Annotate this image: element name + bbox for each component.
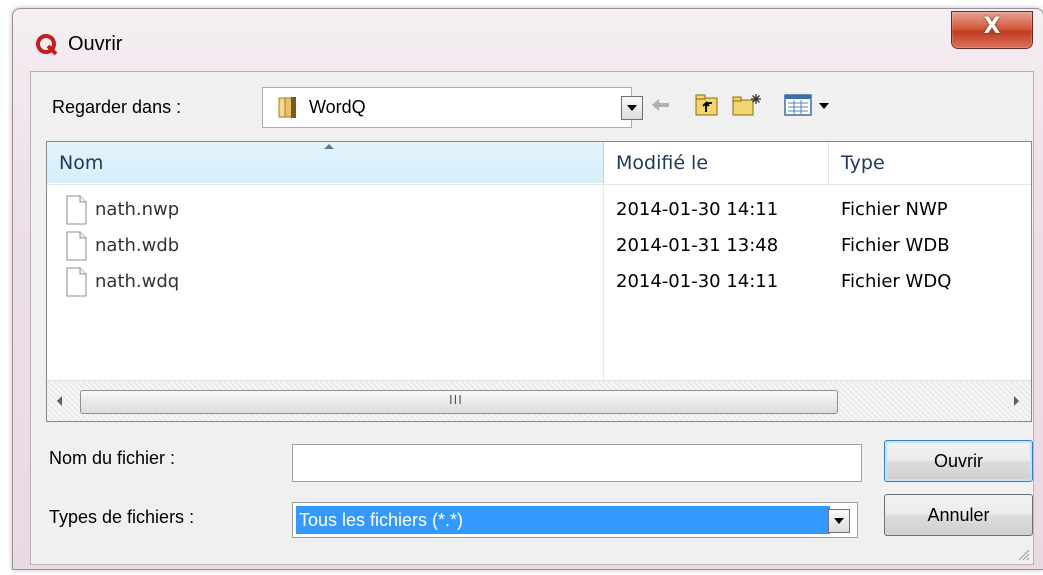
file-icon: [66, 267, 87, 297]
file-list-view[interactable]: Nom Modifié le Type nath.nwp 2014-01-30 …: [46, 141, 1032, 422]
dialog-client-area: Regarder dans : WordQ Nom Modifié le Typ…: [30, 71, 1034, 565]
file-name: nath.wdb: [95, 235, 180, 256]
open-button[interactable]: Ouvrir: [884, 440, 1033, 482]
file-modified: 2014-01-31 13:48: [616, 235, 779, 256]
open-dialog-window: Ouvrir X Regarder dans : WordQ Nom Modif…: [12, 8, 1043, 570]
column-header-modified[interactable]: Modifié le: [616, 152, 708, 174]
scroll-left-icon[interactable]: [57, 396, 62, 406]
table-row[interactable]: nath.wdb 2014-01-31 13:48 Fichier WDB: [47, 228, 1031, 264]
filetypes-dropdown-button[interactable]: [828, 509, 850, 533]
horizontal-scrollbar[interactable]: III: [47, 380, 1031, 421]
file-name: nath.wdq: [95, 271, 180, 292]
back-arrow-icon[interactable]: [650, 92, 672, 118]
close-button[interactable]: X: [951, 11, 1033, 49]
file-type: Fichier WDQ: [841, 271, 952, 292]
file-icon: [66, 195, 87, 225]
dialog-title: Ouvrir: [68, 33, 123, 55]
filename-label: Nom du fichier :: [49, 448, 176, 468]
filetypes-value: Tous les fichiers (*.*): [295, 505, 831, 535]
close-icon: X: [983, 14, 1001, 39]
table-row[interactable]: nath.nwp 2014-01-30 14:11 Fichier NWP: [47, 192, 1031, 228]
scroll-right-icon[interactable]: [1014, 396, 1019, 406]
table-row[interactable]: nath.wdq 2014-01-30 14:11 Fichier WDQ: [47, 264, 1031, 300]
look-in-combo[interactable]: WordQ: [262, 87, 632, 128]
sort-ascending-icon: [324, 144, 334, 149]
column-header-name[interactable]: Nom: [47, 142, 604, 183]
thumb-grip-icon: III: [449, 392, 463, 407]
file-list-header: Nom Modifié le Type: [47, 142, 1031, 185]
new-folder-icon[interactable]: [731, 92, 763, 118]
file-modified: 2014-01-30 14:11: [616, 271, 779, 292]
resize-grip-icon[interactable]: [1016, 547, 1030, 561]
filetypes-label: Types de fichiers :: [49, 507, 195, 527]
up-folder-icon[interactable]: [694, 92, 720, 118]
view-menu-icon[interactable]: [783, 92, 831, 118]
folder-icon: [278, 97, 296, 118]
app-q-icon: [36, 34, 58, 56]
filetypes-combo[interactable]: Tous les fichiers (*.*): [292, 502, 858, 538]
scrollbar-thumb[interactable]: III: [80, 390, 838, 414]
title-bar[interactable]: Ouvrir X: [13, 9, 1043, 71]
file-type: Fichier NWP: [841, 199, 948, 220]
look-in-value: WordQ: [309, 97, 366, 117]
filename-input[interactable]: [292, 444, 862, 482]
file-modified: 2014-01-30 14:11: [616, 199, 779, 220]
file-type: Fichier WDB: [841, 235, 950, 256]
look-in-dropdown-button[interactable]: [621, 96, 643, 120]
column-header-type[interactable]: Type: [841, 152, 885, 174]
column-divider[interactable]: [828, 142, 829, 184]
look-in-label: Regarder dans :: [52, 97, 182, 117]
file-icon: [66, 231, 87, 261]
column-header-name-label: Nom: [59, 152, 104, 174]
file-name: nath.nwp: [95, 199, 180, 220]
cancel-button[interactable]: Annuler: [884, 494, 1033, 536]
